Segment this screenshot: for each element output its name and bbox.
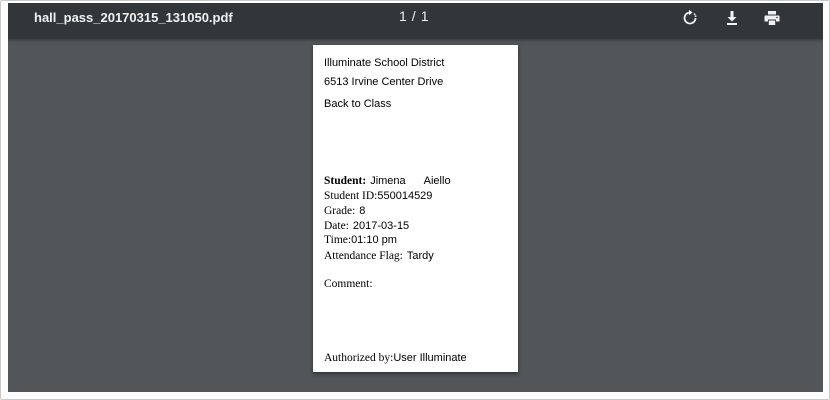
student-id-value: 550014529 — [377, 190, 433, 202]
attendance-flag-label: Attendance Flag: — [324, 250, 403, 262]
time-label: Time: — [324, 234, 352, 246]
authorized-row: Authorized by:User Illuminate — [324, 348, 467, 366]
district-address: 6513 Irvine Center Drive — [324, 76, 444, 88]
current-page[interactable]: 1 — [399, 8, 407, 24]
total-pages: 1 — [420, 8, 429, 24]
comment-label: Comment: — [324, 278, 373, 290]
rotate-icon — [683, 9, 697, 25]
page-indicator: 1/1 — [399, 8, 428, 24]
authorized-label: Authorized by: — [324, 352, 394, 364]
district-name: Illuminate School District — [324, 57, 445, 69]
download-icon — [727, 11, 737, 25]
rotate-button[interactable] — [681, 9, 701, 27]
attendance-flag-row: Attendance Flag: Tardy — [324, 246, 434, 264]
print-button[interactable] — [763, 9, 783, 27]
pdf-page: Illuminate School District 6513 Irvine C… — [313, 45, 518, 372]
screenshot-frame: hall_pass_20170315_131050.pdf 1/1 Illumi… — [0, 0, 830, 400]
pass-heading: Back to Class — [324, 98, 392, 110]
document-title: hall_pass_20170315_131050.pdf — [34, 10, 233, 25]
page-separator: / — [411, 8, 416, 24]
authorized-value: User Illuminate — [393, 352, 467, 364]
viewer-toolbar: hall_pass_20170315_131050.pdf 1/1 — [8, 3, 823, 39]
pdf-viewer: hall_pass_20170315_131050.pdf 1/1 Illumi… — [8, 3, 823, 392]
print-icon — [764, 11, 780, 25]
attendance-flag-value: Tardy — [406, 250, 434, 262]
download-button[interactable] — [723, 9, 743, 27]
time-value: 01:10 pm — [351, 234, 397, 246]
